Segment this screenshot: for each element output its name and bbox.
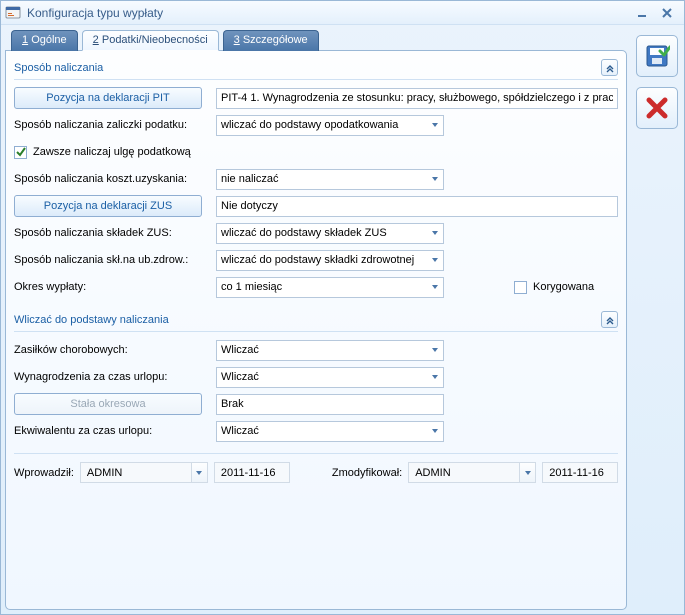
app-icon [5, 5, 21, 21]
wprowadzil-label: Wprowadził: [14, 467, 74, 479]
zmodyfikowal-user-drop[interactable] [519, 462, 536, 483]
cancel-button[interactable] [636, 87, 678, 129]
zaliczka-dropdown[interactable]: wliczać do podstawy opodatkowania [216, 115, 444, 136]
chevron-down-icon [426, 116, 443, 135]
wyn-label: Wynagrodzenia za czas urlopu: [14, 371, 202, 383]
skl-zus-dropdown[interactable]: wliczać do podstawy składek ZUS [216, 223, 444, 244]
minimize-button[interactable] [631, 5, 653, 21]
zaliczka-label: Sposób naliczania zaliczki podatku: [14, 119, 202, 131]
tab-szczegolowe[interactable]: 3 Szczegółowe [223, 30, 319, 51]
save-button[interactable] [636, 35, 678, 77]
zmodyfikowal-date[interactable]: 2011-11-16 [542, 462, 618, 483]
group-wliczac-do-podstawy: Wliczać do podstawy naliczania Zasiłków … [14, 309, 618, 443]
checkbox-checked-icon [14, 146, 27, 159]
skl-zdr-label: Sposób naliczania skł.na ub.zdrow.: [14, 254, 202, 266]
group2-title: Wliczać do podstawy naliczania [14, 314, 601, 326]
korygowana-label: Korygowana [533, 281, 594, 293]
group1-collapse-button[interactable] [601, 59, 618, 76]
chevron-down-icon [426, 368, 443, 387]
wprowadzil-user[interactable]: ADMIN [80, 462, 192, 483]
chevron-down-icon [426, 170, 443, 189]
zmodyfikowal-user[interactable]: ADMIN [408, 462, 520, 483]
zus-declaration-button[interactable]: Pozycja na deklaracji ZUS [14, 195, 202, 217]
zmodyfikowal-label: Zmodyfikował: [332, 467, 402, 479]
tabstrip: 1 Ogólne 2 Podatki/Nieobecności 3 Szczeg… [5, 29, 627, 50]
koszt-dropdown[interactable]: nie naliczać [216, 169, 444, 190]
chevron-down-icon [426, 251, 443, 270]
okres-label: Okres wypłaty: [14, 281, 202, 293]
okres-dropdown[interactable]: co 1 miesiąc [216, 277, 444, 298]
group2-collapse-button[interactable] [601, 311, 618, 328]
zas-label: Zasiłków chorobowych: [14, 344, 202, 356]
skl-zus-label: Sposób naliczania składek ZUS: [14, 227, 202, 239]
window: Konfiguracja typu wypłaty 1 Ogólne 2 Pod… [0, 0, 685, 615]
pit-declaration-button[interactable]: Pozycja na deklaracji PIT [14, 87, 202, 109]
wprowadzil-date[interactable]: 2011-11-16 [214, 462, 290, 483]
ekw-dropdown[interactable]: Wliczać [216, 421, 444, 442]
wyn-dropdown[interactable]: Wliczać [216, 367, 444, 388]
group-sposob-naliczania: Sposób naliczania Pozycja na deklaracji … [14, 57, 618, 299]
chevron-down-icon [426, 224, 443, 243]
korygowana-checkbox[interactable]: Korygowana [514, 281, 594, 294]
ulga-label: Zawsze naliczaj ulgę podatkową [33, 146, 191, 158]
tab-pane: Sposób naliczania Pozycja na deklaracji … [5, 50, 627, 610]
titlebar: Konfiguracja typu wypłaty [1, 1, 684, 25]
tab-ogolne[interactable]: 1 Ogólne [11, 30, 78, 51]
koszt-label: Sposób naliczania koszt.uzyskania: [14, 173, 202, 185]
chevron-down-icon [426, 422, 443, 441]
ekw-label: Ekwiwalentu za czas urlopu: [14, 425, 202, 437]
chevron-down-icon [426, 341, 443, 360]
checkbox-unchecked-icon [514, 281, 527, 294]
close-button[interactable] [656, 5, 678, 21]
pit-declaration-value[interactable] [216, 88, 618, 109]
window-title: Konfiguracja typu wypłaty [27, 6, 631, 20]
zas-dropdown[interactable]: Wliczać [216, 340, 444, 361]
ulga-checkbox[interactable]: Zawsze naliczaj ulgę podatkową [14, 146, 191, 159]
stala-okresowa-button[interactable]: Stała okresowa [14, 393, 202, 415]
skl-zdr-dropdown[interactable]: wliczać do podstawy składki zdrowotnej [216, 250, 444, 271]
stala-okresowa-value[interactable] [216, 394, 444, 415]
audit-bar: Wprowadził: ADMIN 2011-11-16 Zmodyfikowa… [14, 453, 618, 483]
zus-declaration-value[interactable] [216, 196, 618, 217]
tab-podatki-nieobecnosci[interactable]: 2 Podatki/Nieobecności [82, 30, 219, 51]
chevron-down-icon [426, 278, 443, 297]
group1-title: Sposób naliczania [14, 62, 601, 74]
wprowadzil-user-drop[interactable] [191, 462, 208, 483]
